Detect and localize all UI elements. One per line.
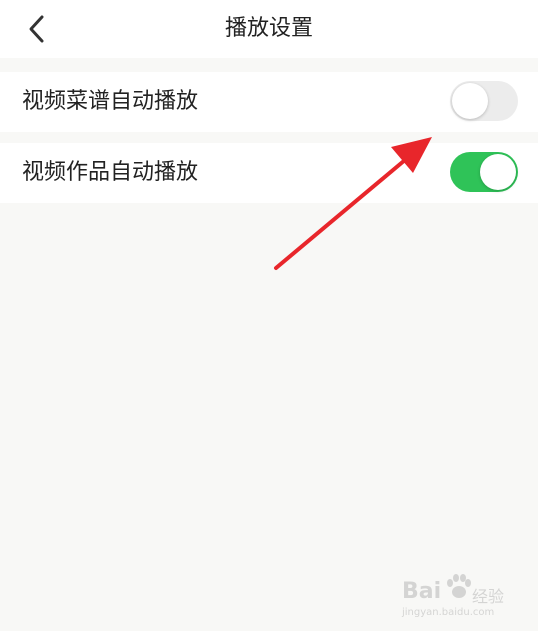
toggle-knob (452, 83, 488, 119)
watermark-brand: Bai (402, 579, 442, 604)
video-works-autoplay-toggle[interactable] (450, 152, 518, 192)
setting-label: 视频菜谱自动播放 (22, 89, 199, 114)
watermark: Bai 经验 jingyan.baidu.com (402, 573, 512, 623)
top-bar: 播放设置 (0, 0, 538, 58)
paw-icon (447, 574, 471, 598)
watermark-sub: 经验 (472, 587, 505, 606)
watermark-url: jingyan.baidu.com (402, 607, 495, 618)
setting-row-video-works-autoplay: 视频作品自动播放 (0, 143, 538, 203)
setting-label: 视频作品自动播放 (22, 160, 199, 185)
toggle-knob (480, 154, 516, 190)
setting-row-video-recipe-autoplay: 视频菜谱自动播放 (0, 72, 538, 132)
page-title: 播放设置 (224, 16, 313, 41)
video-recipe-autoplay-toggle[interactable] (450, 81, 518, 121)
